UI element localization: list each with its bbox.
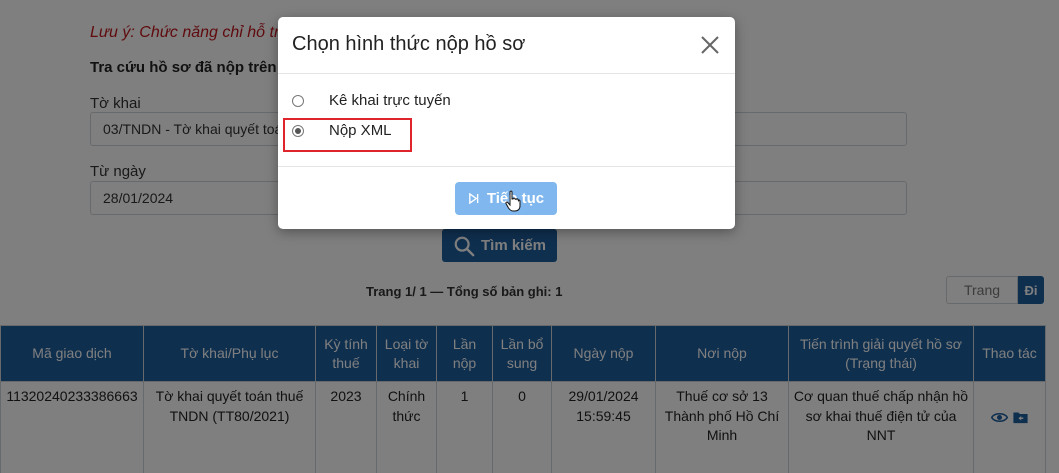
modal-footer-divider — [278, 166, 735, 167]
option-online-declaration[interactable]: Kê khai trực tuyến — [292, 92, 451, 109]
online-declaration-radio[interactable] — [292, 94, 304, 107]
selection-highlight-box — [283, 118, 412, 152]
online-declaration-label: Kê khai trực tuyến — [329, 92, 451, 109]
hand-cursor-icon — [505, 190, 521, 212]
modal-title: Chọn hình thức nộp hồ sơ — [292, 33, 526, 55]
play-icon — [469, 193, 479, 204]
close-icon[interactable] — [699, 34, 721, 56]
modal-header: Chọn hình thức nộp hồ sơ — [278, 17, 735, 74]
